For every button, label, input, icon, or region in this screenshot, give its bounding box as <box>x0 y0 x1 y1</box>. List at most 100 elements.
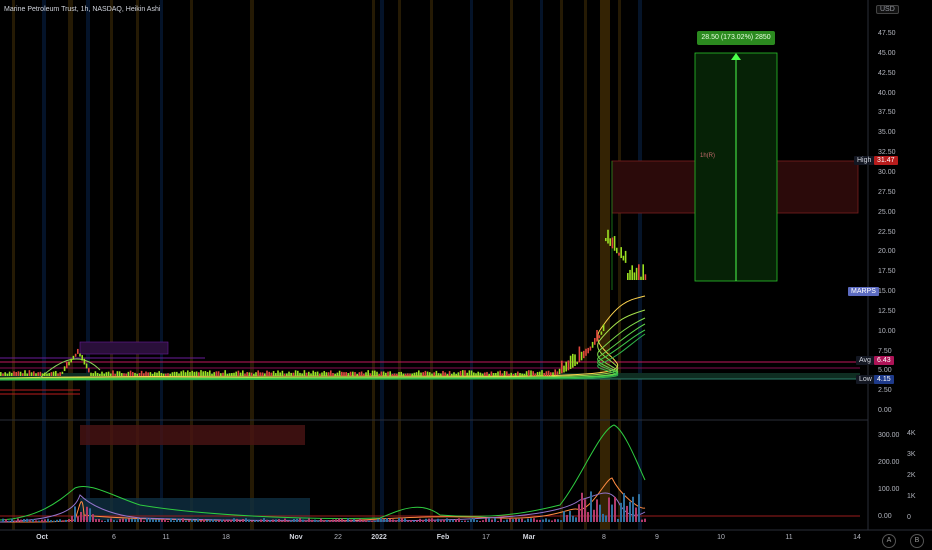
candle <box>290 372 292 376</box>
candle <box>552 372 554 376</box>
candle <box>578 346 581 363</box>
currency-label[interactable]: USD <box>876 5 899 14</box>
volume-bar <box>368 520 370 522</box>
price-tick-label: 30.00 <box>878 168 896 176</box>
candle <box>187 370 189 376</box>
volume-bar <box>227 520 229 522</box>
chart-title: Marine Petroleum Trust, 1h, NASDAQ, Heik… <box>4 6 161 13</box>
candle <box>387 371 389 376</box>
volume-bar <box>341 518 343 522</box>
chart-canvas[interactable] <box>0 0 932 550</box>
candle <box>598 335 600 339</box>
candle <box>41 373 44 376</box>
candle <box>356 373 358 376</box>
candle <box>204 370 207 376</box>
volume-bar <box>545 518 547 522</box>
time-tick-label: 11 <box>785 534 793 541</box>
candle <box>380 371 383 376</box>
candle <box>635 267 638 280</box>
candle <box>310 373 312 376</box>
volume-bar <box>482 520 484 522</box>
avg-tag-value: 6.43 <box>874 356 894 365</box>
candle <box>294 370 297 376</box>
candle <box>237 370 240 376</box>
volume-bar <box>614 496 616 522</box>
volume-bar <box>572 515 574 522</box>
volume-bar <box>257 520 259 522</box>
candle <box>642 264 644 280</box>
candle <box>217 371 220 376</box>
candle <box>50 372 53 376</box>
candle <box>147 372 149 376</box>
candle <box>92 373 94 376</box>
candle <box>596 329 598 342</box>
candle <box>17 371 20 376</box>
volume-bar <box>485 518 487 522</box>
candle <box>176 371 178 376</box>
nav-button-b[interactable]: B <box>910 534 924 548</box>
candle <box>543 373 545 376</box>
volume-bar <box>632 496 634 522</box>
candle <box>519 372 521 376</box>
candle <box>171 372 174 376</box>
volume-bar <box>524 520 526 522</box>
volume-bar <box>443 519 445 522</box>
volume-bar <box>380 518 382 522</box>
candle <box>488 373 490 376</box>
candle <box>627 273 629 280</box>
candle <box>37 372 39 376</box>
candle <box>248 372 251 376</box>
volume-bar <box>497 520 499 522</box>
volume-bar <box>425 518 427 522</box>
candle <box>620 247 622 259</box>
candle <box>246 372 248 376</box>
candle <box>633 272 636 280</box>
volume-bar <box>242 518 244 522</box>
candle <box>8 371 11 376</box>
volume-bar <box>332 519 334 522</box>
candle <box>407 373 409 376</box>
nav-button-a[interactable]: A <box>882 534 896 548</box>
candle <box>514 373 517 376</box>
candle <box>644 274 647 280</box>
volume-bar <box>65 519 67 522</box>
candle <box>151 373 154 376</box>
high-tag-value: 31.47 <box>874 156 898 165</box>
volume-bar <box>575 517 577 522</box>
candle <box>22 373 24 376</box>
volume-bar <box>290 520 292 522</box>
volume-bar <box>515 518 517 522</box>
volume-bar <box>176 518 178 522</box>
time-tick-label: 17 <box>482 534 490 541</box>
volume-bar <box>20 519 22 522</box>
candle <box>554 369 556 376</box>
volume-bar <box>89 508 91 522</box>
volume-bar <box>587 512 589 522</box>
candle <box>371 370 374 376</box>
candle <box>365 372 367 376</box>
volume-bar <box>413 520 415 522</box>
volume-bar <box>53 520 55 522</box>
candle <box>629 269 631 280</box>
candle <box>70 358 72 363</box>
candle <box>424 370 427 376</box>
candle <box>222 372 224 376</box>
candle <box>492 373 495 376</box>
volume-bar <box>536 519 538 522</box>
candle <box>66 362 68 369</box>
candle <box>508 373 510 376</box>
volume-bar <box>635 507 637 522</box>
volume-bar <box>548 519 550 522</box>
candle <box>277 370 279 376</box>
price-tick-label: 12.50 <box>878 307 896 315</box>
volume-bar <box>185 520 187 522</box>
candle <box>640 276 642 280</box>
volume-bar <box>398 518 400 522</box>
volume-bar <box>107 519 109 522</box>
volume-bar <box>521 518 523 522</box>
candle <box>336 372 339 376</box>
candle <box>462 370 464 376</box>
volume-bar <box>281 520 283 522</box>
volume-bar <box>287 520 289 522</box>
candle <box>534 373 537 376</box>
